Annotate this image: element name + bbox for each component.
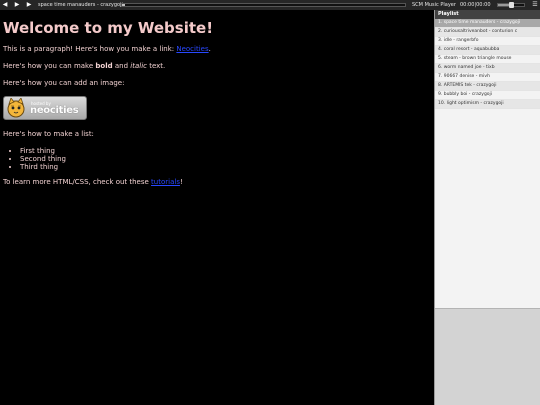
previous-track-icon[interactable]: ◀	[0, 0, 10, 10]
formatting-text-start: Here's how you can make	[3, 62, 96, 70]
tutorials-link[interactable]: tutorials	[151, 178, 180, 186]
badge-brand-label: neocities	[30, 105, 79, 116]
playlist-panel: Playlist 1. space time manauders - crazy…	[434, 10, 540, 405]
playlist-item[interactable]: 2. curiousaltriveanbot - conturion c	[435, 28, 540, 37]
track-progress-fill	[122, 4, 125, 6]
tutorials-text-end: !	[179, 178, 183, 186]
paragraph-list-intro: Here's how to make a list:	[3, 130, 94, 138]
now-playing-title: space time manauders - crazygoji	[38, 2, 123, 8]
paragraph-link-end: .	[208, 45, 211, 53]
playlist-item[interactable]: 7. 90667 denise - mivh	[435, 73, 540, 82]
track-time: 00:00|00:00	[460, 2, 491, 8]
list-item: Third thing	[20, 163, 431, 171]
volume-slider[interactable]	[497, 2, 525, 8]
italic-text: italic	[130, 62, 147, 70]
bold-text: bold	[95, 62, 113, 70]
playlist-item[interactable]: 6. worm named joe - tixb	[435, 64, 540, 73]
example-list: First thing Second thing Third thing	[3, 147, 431, 171]
playlist-item[interactable]: 4. coral resort - aquabubba	[435, 46, 540, 55]
playlist-item[interactable]: 8. ARTEMIS tek - crazygoji	[435, 82, 540, 91]
playlist-item[interactable]: 9. bubbly boi - crazygoji	[435, 91, 540, 100]
playlist-header: Playlist	[435, 10, 540, 19]
paragraph-link-text: This is a paragraph! Here's how you make…	[3, 45, 177, 53]
hosted-by-neocities-badge[interactable]: hosted by neocities	[3, 96, 87, 120]
paragraph-image: Here's how you can add an image:	[3, 79, 125, 87]
paragraph-formatting: Here's how you can make bold and italic …	[3, 62, 431, 71]
playlist-item[interactable]: 5. steam - brown triangle mouse	[435, 55, 540, 64]
neocities-link[interactable]: Neocities	[176, 45, 208, 53]
neocities-cat-logo-icon	[7, 98, 25, 118]
next-track-icon[interactable]: ▶	[24, 0, 34, 10]
formatting-text-end: text.	[146, 62, 166, 70]
volume-knob[interactable]	[509, 2, 515, 8]
playlist-item[interactable]: 1. space time manauders - crazygoji	[435, 19, 540, 28]
music-player-bar: ◀ ▶ ▶ space time manauders - crazygoji S…	[0, 0, 540, 10]
player-name: SCM Music Player	[412, 2, 456, 8]
playlist-item[interactable]: 10. light optimism - crazygoji	[435, 100, 540, 109]
menu-icon[interactable]: ☰	[531, 0, 539, 10]
track-progress-bar[interactable]	[121, 3, 406, 7]
page-content: Welcome to my Website! This is a paragra…	[0, 10, 434, 405]
playlist-item[interactable]: 3. idle - rangerbfo	[435, 37, 540, 46]
list-item: First thing	[20, 147, 431, 155]
tutorials-text: To learn more HTML/CSS, check out these	[3, 178, 152, 186]
list-item: Second thing	[20, 155, 431, 163]
playlist-list[interactable]: 1. space time manauders - crazygoji 2. c…	[435, 19, 540, 309]
page-title: Welcome to my Website!	[3, 19, 214, 37]
paragraph-tutorials: To learn more HTML/CSS, check out these …	[3, 178, 431, 187]
paragraph-link: This is a paragraph! Here's how you make…	[3, 45, 431, 54]
play-icon[interactable]: ▶	[12, 0, 22, 10]
formatting-text-mid: and	[112, 62, 131, 70]
